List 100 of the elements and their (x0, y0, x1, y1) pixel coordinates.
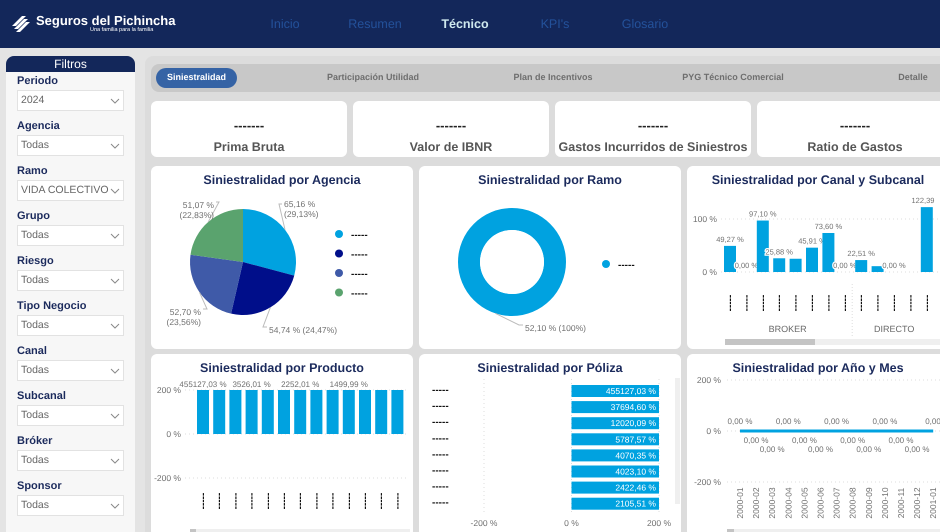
axis-category-label: ----- (432, 498, 449, 509)
dropdown-value: Todas (21, 318, 50, 333)
axis-tick-label: -200 % (470, 518, 498, 528)
axis-category-label: ----- (905, 294, 916, 312)
pie-slice (231, 262, 294, 315)
filter-dropdown[interactable]: 2024 (17, 90, 124, 111)
legend-label: ----- (351, 250, 368, 260)
dropdown-value: Todas (21, 228, 50, 243)
axis-group-label: DIRECTO (874, 324, 914, 334)
axis-category-label: ----- (344, 492, 355, 510)
axis-category-label: ----- (807, 294, 818, 312)
leader-line (278, 204, 286, 230)
axis-group-label: BROKER (768, 324, 807, 334)
chevron-down-icon (110, 188, 120, 194)
filter-dropdown[interactable]: Todas (17, 135, 124, 156)
axis-category-label: 2000-01 (735, 487, 745, 519)
tab[interactable]: Plan de Incentivos (463, 68, 644, 88)
dropdown-value: VIDA COLECTIVO (21, 182, 109, 198)
leader-line (494, 312, 524, 326)
axis-category-label: ----- (311, 492, 322, 510)
axis-tick-label: 0 % (166, 429, 181, 439)
data-label: 51,07 % (22,83%) (180, 200, 214, 220)
data-label: 3526,01 % (232, 380, 271, 389)
dropdown-value: Todas (21, 138, 50, 153)
chart-title: Siniestralidad por Año y Mes (732, 362, 904, 374)
filter-dropdown[interactable]: Todas (17, 450, 124, 471)
bar (342, 390, 355, 434)
bar (773, 258, 786, 272)
data-label: 0,00 % (792, 436, 817, 445)
horizontal-scrollbar[interactable] (725, 339, 940, 345)
dropdown-value: Todas (21, 498, 50, 513)
data-label: 0,00 % (856, 445, 882, 454)
axis-category-label: ----- (230, 492, 242, 510)
kpi-label: Valor de IBNR (410, 140, 492, 153)
filter-dropdown[interactable]: Todas (17, 225, 124, 246)
kpi-value: ------- (840, 118, 870, 132)
filter-dropdown[interactable]: VIDA COLECTIVO (17, 180, 124, 201)
axis-category-label: ----- (774, 294, 786, 312)
filter-label: Bróker (17, 434, 54, 449)
dropdown-value: 2024 (21, 92, 44, 108)
bar (855, 260, 868, 272)
bar (246, 390, 258, 434)
bar (326, 390, 339, 434)
axis-tick-label: 0 % (564, 518, 579, 528)
filter-dropdown[interactable]: Todas (17, 315, 124, 336)
filter-dropdown[interactable]: Todas (17, 405, 124, 426)
axis-category-label: ----- (432, 449, 449, 460)
axis-category-label: ----- (872, 294, 884, 312)
chevron-down-icon (110, 458, 120, 464)
data-label: 4023,10 % (615, 466, 656, 476)
legend-label: ----- (351, 288, 368, 300)
bar (278, 390, 290, 434)
chart-title: Siniestralidad por Producto (200, 362, 364, 374)
bar (229, 390, 242, 434)
axis-category-label: 2001-01 (928, 487, 938, 519)
filter-dropdown[interactable]: Todas (17, 270, 124, 291)
chevron-down-icon (110, 412, 120, 418)
axis-category-label: 2000-12 (912, 487, 922, 519)
data-label: 0,00 % (824, 417, 850, 426)
axis-category-label: ----- (328, 492, 339, 510)
bar (294, 390, 306, 434)
filter-label: Ramo (17, 164, 49, 179)
bar (920, 207, 933, 272)
data-label: 54,74 % (24,47%) (269, 325, 338, 335)
bar (391, 390, 404, 434)
axis-tick-label: -200 % (154, 473, 181, 483)
axis-tick-label: 200 % (156, 385, 181, 395)
bar (359, 390, 371, 434)
legend-label: ----- (351, 230, 368, 241)
tab[interactable]: Siniestralidad (156, 68, 238, 88)
vertical-scrollbar[interactable] (675, 378, 680, 504)
axis-category-label: ----- (432, 385, 449, 396)
bar (724, 246, 736, 272)
kpi-label: Ratio de Gastos (807, 140, 903, 153)
tab[interactable]: PYG Técnico Comercial (643, 68, 824, 88)
filter-dropdown[interactable]: Todas (17, 360, 124, 381)
axis-category-label: ----- (432, 417, 449, 428)
axis-tick-label: 200 % (646, 518, 672, 528)
chart-title: Siniestralidad por Ramo (478, 174, 622, 186)
tab[interactable]: Participación Utilidad (283, 68, 464, 88)
chevron-down-icon (110, 142, 120, 148)
data-label: 0,00 % (840, 436, 866, 445)
data-label: 65,16 % (29,13%) (284, 199, 318, 219)
data-label: 0,00 % (808, 445, 833, 454)
legend-label: ----- (351, 269, 368, 280)
data-label: 2105,51 % (615, 498, 656, 509)
logo-icon (10, 14, 32, 34)
axis-category-label: 2000-11 (896, 488, 906, 518)
data-label: 0,00 % (904, 445, 930, 454)
kpi-value: ------- (436, 118, 466, 132)
tab[interactable]: Detalle (823, 68, 940, 88)
filter-panel-title: Filtros (54, 58, 87, 70)
axis-category-label: ----- (360, 492, 371, 510)
logo-title: Seguros del Pichincha (36, 14, 176, 28)
axis-category-label: ----- (823, 294, 834, 312)
nav-link[interactable]: Técnico (420, 14, 510, 34)
data-label: 0,00 % (760, 445, 785, 454)
axis-category-label: ----- (432, 433, 449, 444)
data-label: 455127,03 % (179, 380, 227, 389)
filter-dropdown[interactable]: Todas (17, 495, 124, 516)
